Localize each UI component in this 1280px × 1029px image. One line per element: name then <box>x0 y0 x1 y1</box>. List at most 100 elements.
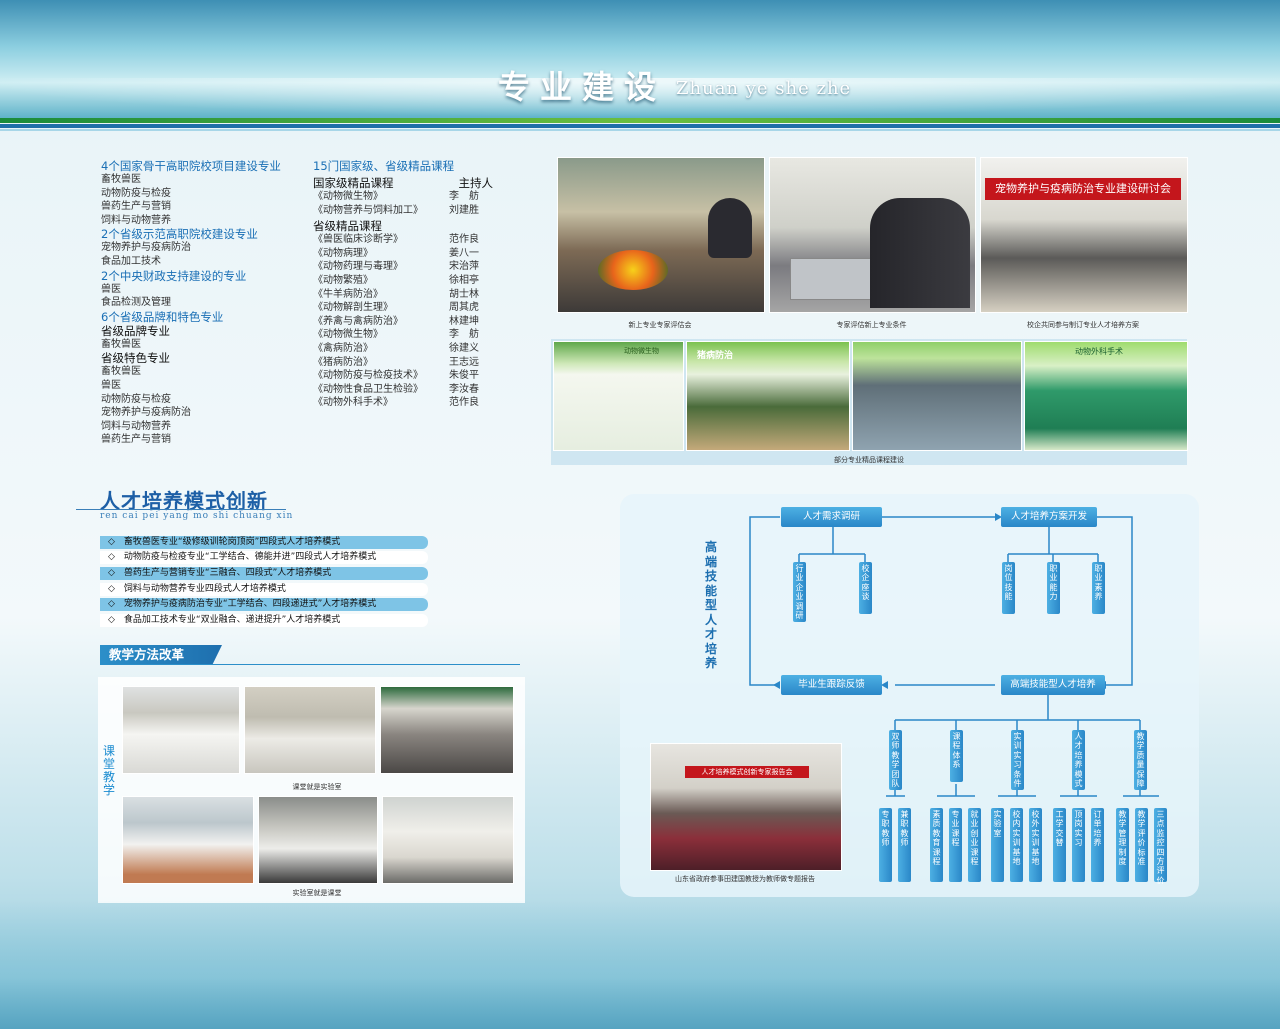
course-list: 15门国家级、省级精品课程 国家级精品课程 主持人 《动物微生物》李 舫《动物营… <box>313 159 493 410</box>
major-list: 4个国家骨干高职院校项目建设专业 畜牧兽医 动物防疫与检疫 兽药生产与营销 饲料… <box>101 159 281 447</box>
course-row: 《兽医临床诊断学》 范作良 <box>313 233 493 247</box>
website-screenshot: 动物外科手术 <box>1024 341 1188 451</box>
node-leaf: 工学交替 <box>1053 808 1066 882</box>
course-name: 《养禽与禽病防治》 <box>313 315 403 327</box>
course-name: 《动物营养与饲料加工》 <box>313 204 423 216</box>
course-name: 《动物性食品卫生检验》 <box>313 383 423 395</box>
section-banner: 教学方法改革 <box>100 645 222 665</box>
course-name: 《兽医临床诊断学》 <box>313 234 403 246</box>
course-host: 姜八一 <box>449 247 479 259</box>
course-host: 李 舫 <box>449 191 479 202</box>
course-row: 《动物性食品卫生检验》 李汝春 <box>313 383 493 397</box>
course-row: 《猪病防治》 王志远 <box>313 356 493 370</box>
course-name: 《牛羊病防治》 <box>313 288 383 300</box>
node-vocational-ability: 职业能力 <box>1047 562 1060 614</box>
node-branch: 人才培养模式 <box>1072 730 1085 790</box>
list-item: 兽药生产与营销 <box>101 201 171 213</box>
group-heading: 6个省级品牌和特色专业 <box>101 309 224 324</box>
node-vocational-quality: 职业素养 <box>1092 562 1105 614</box>
course-row: 《动物微生物》 李 舫 <box>313 328 493 342</box>
course-host: 周其虎 <box>449 302 479 314</box>
courses-heading: 15门国家级、省级精品课程 <box>313 159 455 173</box>
node-leaf: 专职教师 <box>879 808 892 882</box>
list-item: 兽医 <box>101 379 121 391</box>
node-leaf: 校内实训基地 <box>1010 808 1023 882</box>
course-row: 《动物药理与毒理》 宋治萍 <box>313 260 493 274</box>
course-host: 范作良 <box>449 397 479 409</box>
node-demand-research: 人才需求调研 <box>781 507 882 527</box>
list-item: 兽药生产与营销 <box>101 434 171 446</box>
course-host: 朱俊平 <box>449 370 479 382</box>
lecture-banner: 人才培养模式创新专家报告会 <box>685 766 809 778</box>
course-row: 《动物微生物》 李 舫 <box>313 190 493 204</box>
node-leaf: 三点监控四方评价 <box>1154 808 1167 885</box>
photo-caption: 校企共同参与制订专业人才培养方案 <box>1027 321 1139 329</box>
course-host: 刘建胜 <box>449 204 479 216</box>
group-heading: 2个省级示范高职院校建设专业 <box>101 227 258 242</box>
provincial-heading: 省级精品课程 <box>313 219 382 234</box>
website-title: 动物微生物 <box>624 347 659 355</box>
list-item: 饲料与动物营养 <box>101 214 171 226</box>
course-name: 《动物微生物》 <box>313 329 383 341</box>
photo-caption: 专家评估新上专业条件 <box>836 321 907 329</box>
national-heading: 国家级精品课程 <box>313 176 394 190</box>
list-item: 动物防疫与检疫 <box>101 393 171 405</box>
course-host: 宋治萍 <box>449 261 479 273</box>
course-host: 徐相亭 <box>449 274 479 286</box>
course-row: 《动物病理》 姜八一 <box>313 247 493 261</box>
divider <box>0 118 1280 123</box>
node-leaf: 就业创业课程 <box>968 808 981 882</box>
seminar-photo: 宠物养护与疫病防治专业建设研讨会 <box>980 157 1188 313</box>
inspection-photo <box>769 157 976 313</box>
list-item: 畜牧兽医 <box>101 174 141 185</box>
lecture-photo: 人才培养模式创新专家报告会 <box>650 743 842 871</box>
course-host: 李汝春 <box>449 383 479 395</box>
node-leaf: 兼职教师 <box>898 808 911 882</box>
course-name: 《动物微生物》 <box>313 191 383 202</box>
mode-item: ◇ 饲料与动物营养专业四段式人才培养模式 <box>100 583 428 596</box>
course-name: 《动物病理》 <box>313 247 373 259</box>
course-name: 《动物防疫与检疫技术》 <box>313 370 423 382</box>
sub-heading: 省级品牌专业 <box>101 323 170 338</box>
node-leaf: 顶岗实习 <box>1072 808 1085 882</box>
list-item: 宠物养护与疫病防治 <box>101 242 191 254</box>
list-item: 宠物养护与疫病防治 <box>101 407 191 419</box>
course-host: 范作良 <box>449 234 479 246</box>
node-leaf: 素质教育课程 <box>930 808 943 882</box>
photo-caption: 新上专业专家评估会 <box>628 321 692 329</box>
class-photo <box>380 686 514 774</box>
mode-item: ◇ 动物防疫与检疫专业“工学结合、德能并进”四段式人才培养模式 <box>100 551 428 564</box>
website-screenshot <box>852 341 1022 451</box>
group-heading: 4个国家骨干高职院校项目建设专业 <box>101 159 281 173</box>
course-name: 《动物繁殖》 <box>313 274 373 286</box>
list-item: 食品加工技术 <box>101 255 161 267</box>
side-label: 课堂教学 <box>102 744 115 797</box>
course-host: 林建坤 <box>449 315 479 327</box>
course-row: 《动物营养与饲料加工》 刘建胜 <box>313 204 493 218</box>
host-heading: 主持人 <box>458 176 494 190</box>
seminar-banner: 宠物养护与疫病防治专业建设研讨会 <box>985 178 1181 200</box>
divider <box>76 509 286 510</box>
course-row: 《动物外科手术》 范作良 <box>313 396 493 410</box>
list-item: 畜牧兽医 <box>101 366 141 378</box>
course-host: 徐建义 <box>449 342 479 354</box>
photo-caption: 山东省政府参事田建国教授为教师做专题报告 <box>675 875 815 883</box>
course-row: 《动物解剖生理》 周其虎 <box>313 301 493 315</box>
node-branch: 双师教学团队 <box>889 730 902 790</box>
course-host: 李 舫 <box>449 329 479 341</box>
lab-photo <box>258 796 378 884</box>
page-title: 专业建设 <box>498 68 667 106</box>
course-row: 《动物繁殖》 徐相亭 <box>313 274 493 288</box>
photo-caption: 实验室就是课堂 <box>292 889 342 897</box>
lab-photo <box>122 796 254 884</box>
meeting-photo <box>557 157 765 313</box>
node-branch: 课程体系 <box>950 730 963 782</box>
mode-item: ◇ 宠物养护与疫病防治专业“工学结合、四段递进式”人才培养模式 <box>100 598 428 611</box>
course-name: 《猪病防治》 <box>313 356 373 368</box>
node-school-enterprise-talk: 校企座谈 <box>859 562 872 614</box>
node-talent-cultivation: 高端技能型人才培养 <box>1001 675 1105 695</box>
footer-decoration <box>0 900 1280 1029</box>
sub-heading: 省级特色专业 <box>101 351 170 366</box>
section-pinyin: ren cai pei yang mo shi chuang xin <box>100 511 294 521</box>
course-row: 《禽病防治》 徐建义 <box>313 342 493 356</box>
